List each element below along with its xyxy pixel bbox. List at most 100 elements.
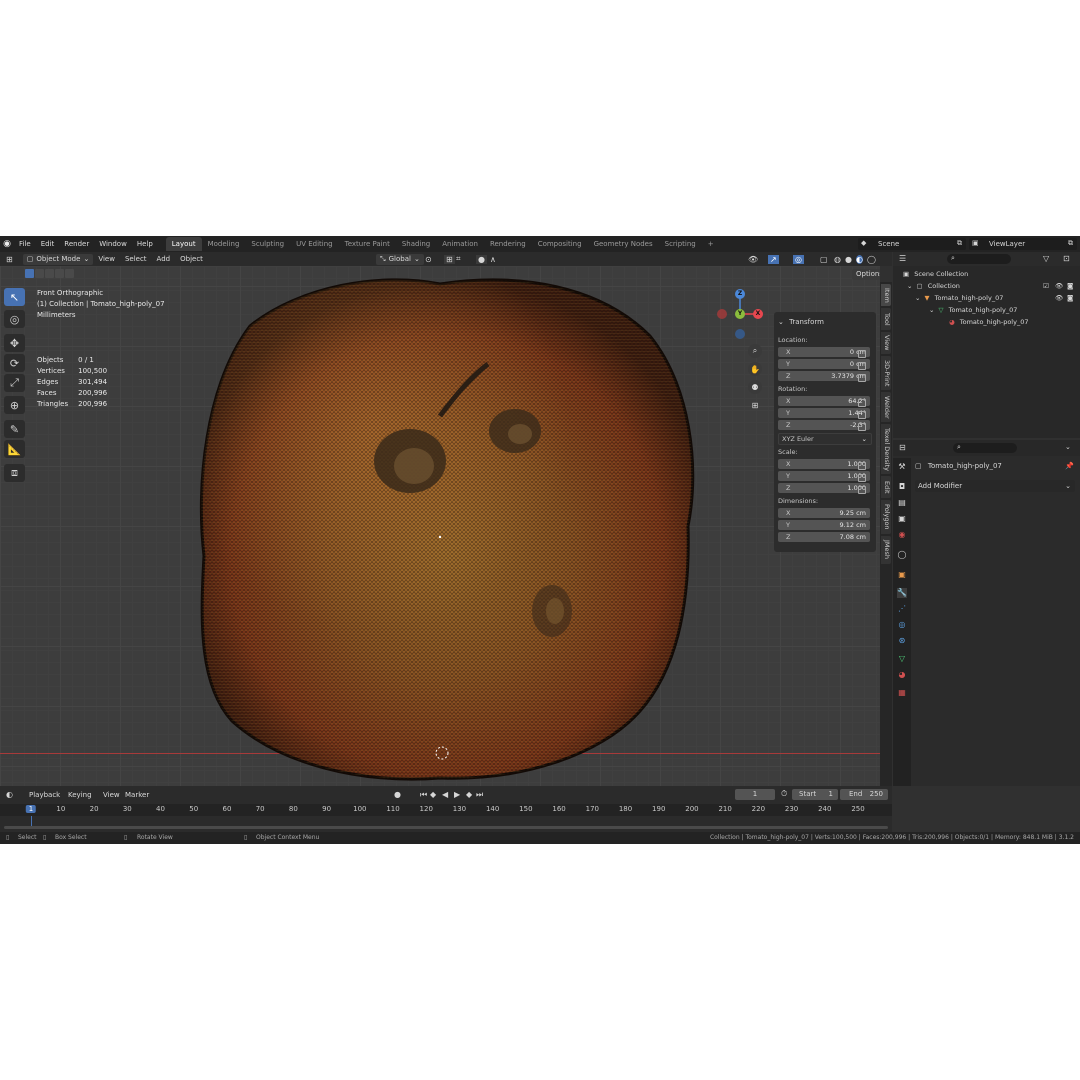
menu-file[interactable]: File — [14, 236, 36, 252]
xray-icon[interactable]: ▢ — [820, 255, 828, 264]
transform-header[interactable]: ⌄ Transform — [778, 318, 824, 326]
add-workspace-button[interactable]: + — [702, 237, 720, 251]
object-icon[interactable]: ▣ — [897, 570, 907, 580]
menu-render[interactable]: Render — [59, 236, 94, 252]
jump-start-icon[interactable]: ⏮ — [420, 790, 427, 800]
scale-tool[interactable]: ⤢ — [4, 374, 25, 392]
render-icon[interactable]: ◘ — [897, 482, 907, 492]
editor-type-icon[interactable]: ⊞ — [6, 255, 13, 264]
camera-icon[interactable]: ◙ — [1067, 280, 1073, 292]
scene-icon[interactable]: ◉ — [897, 530, 907, 540]
world-icon[interactable]: ◯ — [897, 550, 907, 560]
chevron-down-icon[interactable]: ⌄ — [1065, 443, 1071, 451]
vp-menu-select[interactable]: Select — [120, 251, 152, 267]
tab-geometry-nodes[interactable]: Geometry Nodes — [588, 237, 659, 251]
rotation-x-field[interactable]: X 64.2° — [778, 396, 870, 406]
location-x-field[interactable]: X0 cm — [778, 347, 870, 357]
tab-modeling[interactable]: Modeling — [202, 237, 246, 251]
lock-icon[interactable] — [858, 423, 866, 431]
copy-icon[interactable]: ⧉ — [1068, 239, 1073, 248]
dimension-x-field[interactable]: X 9.25 cm — [778, 508, 870, 518]
timeline-scrollbar[interactable] — [4, 826, 888, 829]
next-keyframe-icon[interactable]: ◆ — [466, 790, 472, 799]
output-icon[interactable]: ▤ — [897, 498, 907, 508]
record-icon[interactable]: ● — [394, 790, 401, 799]
start-frame-field[interactable]: Start 1 — [792, 789, 838, 800]
cursor-tool[interactable]: ◎ — [4, 310, 25, 328]
overlays-icon[interactable]: ◎ — [793, 254, 804, 264]
mode-dropdown[interactable]: ▢ Object Mode ⌄ — [22, 253, 94, 265]
location-z-field[interactable]: Z 3.7379 cm — [778, 371, 870, 381]
menu-edit[interactable]: Edit — [36, 236, 60, 252]
dimension-y-field[interactable]: Y 9.12 cm — [778, 520, 870, 530]
constraints-icon[interactable]: ⊛ — [897, 636, 907, 646]
shading-material-icon[interactable]: ◐ — [856, 254, 863, 264]
tab-shading[interactable]: Shading — [396, 237, 436, 251]
tab-texture-paint[interactable]: Texture Paint — [339, 237, 396, 251]
outliner-editor-icon[interactable]: ☰ — [899, 254, 906, 263]
outliner-search-input[interactable]: ⌕ — [947, 254, 1011, 264]
particles-icon[interactable]: ⋰ — [897, 604, 907, 614]
filter-icon[interactable]: ▽ — [1043, 254, 1049, 263]
menu-help[interactable]: Help — [132, 236, 158, 252]
tool-icon[interactable]: ⚒ — [897, 462, 907, 472]
snap-icon[interactable]: ⊞ — [444, 254, 455, 264]
dimension-z-field[interactable]: Z 7.08 cm — [778, 532, 870, 542]
scene-selector[interactable]: ◆ Scene ⧉ — [858, 238, 966, 250]
end-frame-field[interactable]: End 250 — [840, 789, 888, 800]
modifier-wrench-icon[interactable]: 🔧 — [897, 588, 907, 598]
tl-menu-marker[interactable]: Marker — [120, 788, 154, 802]
navigation-gizmo[interactable]: Z X Y — [714, 288, 766, 340]
view-layer-icon[interactable]: ▣ — [897, 514, 907, 524]
lock-icon[interactable] — [858, 486, 866, 494]
new-collection-icon[interactable]: ⊡ — [1063, 254, 1070, 263]
play-icon[interactable]: ▶ — [454, 790, 460, 799]
scale-y-field[interactable]: Y 1.000 — [778, 471, 870, 481]
pan-hand-icon[interactable]: ✋ — [748, 362, 762, 376]
add-cube-tool[interactable]: ⧈ — [4, 464, 25, 482]
play-reverse-icon[interactable]: ◀ — [442, 790, 448, 799]
tab-sculpting[interactable]: Sculpting — [245, 237, 290, 251]
add-modifier-dropdown[interactable]: Add Modifier ⌄ — [915, 480, 1075, 492]
tl-menu-playback[interactable]: Playback — [24, 788, 65, 802]
eye-icon[interactable]: 👁 — [1055, 280, 1063, 292]
snap-target-icon[interactable]: ⌗ — [456, 254, 461, 264]
shading-wireframe-icon[interactable]: ◍ — [834, 255, 841, 264]
outliner-row-mesh-data[interactable]: ⌄ ▽ Tomato_high-poly_07 — [929, 304, 1017, 316]
tab-item[interactable]: Item — [881, 284, 891, 306]
3d-viewport[interactable]: Options ⌄ — [0, 266, 880, 786]
tab-scripting[interactable]: Scripting — [659, 237, 702, 251]
tab-compositing[interactable]: Compositing — [532, 237, 588, 251]
zoom-icon[interactable]: ⌕ — [748, 344, 762, 358]
proportional-edit-icon[interactable]: ● — [476, 254, 487, 264]
tab-texel-density[interactable]: Texel Density — [881, 424, 891, 474]
properties-search-input[interactable]: ⌕ — [953, 443, 1017, 453]
falloff-icon[interactable]: ∧ — [490, 255, 496, 264]
lock-icon[interactable] — [858, 399, 866, 407]
pin-icon[interactable]: 📌 — [1065, 462, 1074, 470]
gizmo-neg-z[interactable] — [735, 329, 745, 339]
rotation-z-field[interactable]: Z -2.3° — [778, 420, 870, 430]
tomato-mesh[interactable] — [0, 266, 880, 786]
jump-end-icon[interactable]: ⏭ — [476, 790, 483, 800]
camera-icon[interactable]: ◙ — [1067, 292, 1073, 304]
tab-tool[interactable]: Tool — [881, 308, 891, 330]
rotate-tool[interactable]: ⟳ — [4, 354, 25, 372]
tab-polygon[interactable]: Polygon — [881, 500, 891, 534]
tab-edit[interactable]: Edit — [881, 476, 891, 498]
ortho-grid-icon[interactable]: ⊞ — [748, 398, 762, 412]
tab-3d-print[interactable]: 3D-Print — [881, 356, 891, 390]
tl-menu-keying[interactable]: Keying — [63, 788, 97, 802]
eye-icon[interactable]: 👁 — [1055, 292, 1063, 304]
lock-icon[interactable] — [858, 462, 866, 470]
properties-editor-icon[interactable]: ⊟ — [899, 443, 906, 452]
lock-icon[interactable] — [858, 374, 866, 382]
tab-jmesh[interactable]: JMesh — [881, 536, 891, 564]
outliner-row-object[interactable]: ⌄ ▼ Tomato_high-poly_07 👁 ◙ — [915, 292, 1077, 304]
outliner-row-collection[interactable]: ⌄ ▢ Collection ☑ 👁 ◙ — [907, 280, 1077, 292]
current-frame-field[interactable]: 1 — [735, 789, 775, 800]
texture-icon[interactable]: ▦ — [897, 688, 907, 698]
outliner-row-material[interactable]: ◕ Tomato_high-poly_07 — [949, 316, 1028, 328]
material-icon[interactable]: ◕ — [897, 670, 907, 680]
playhead-frame[interactable]: 1 — [25, 805, 37, 813]
